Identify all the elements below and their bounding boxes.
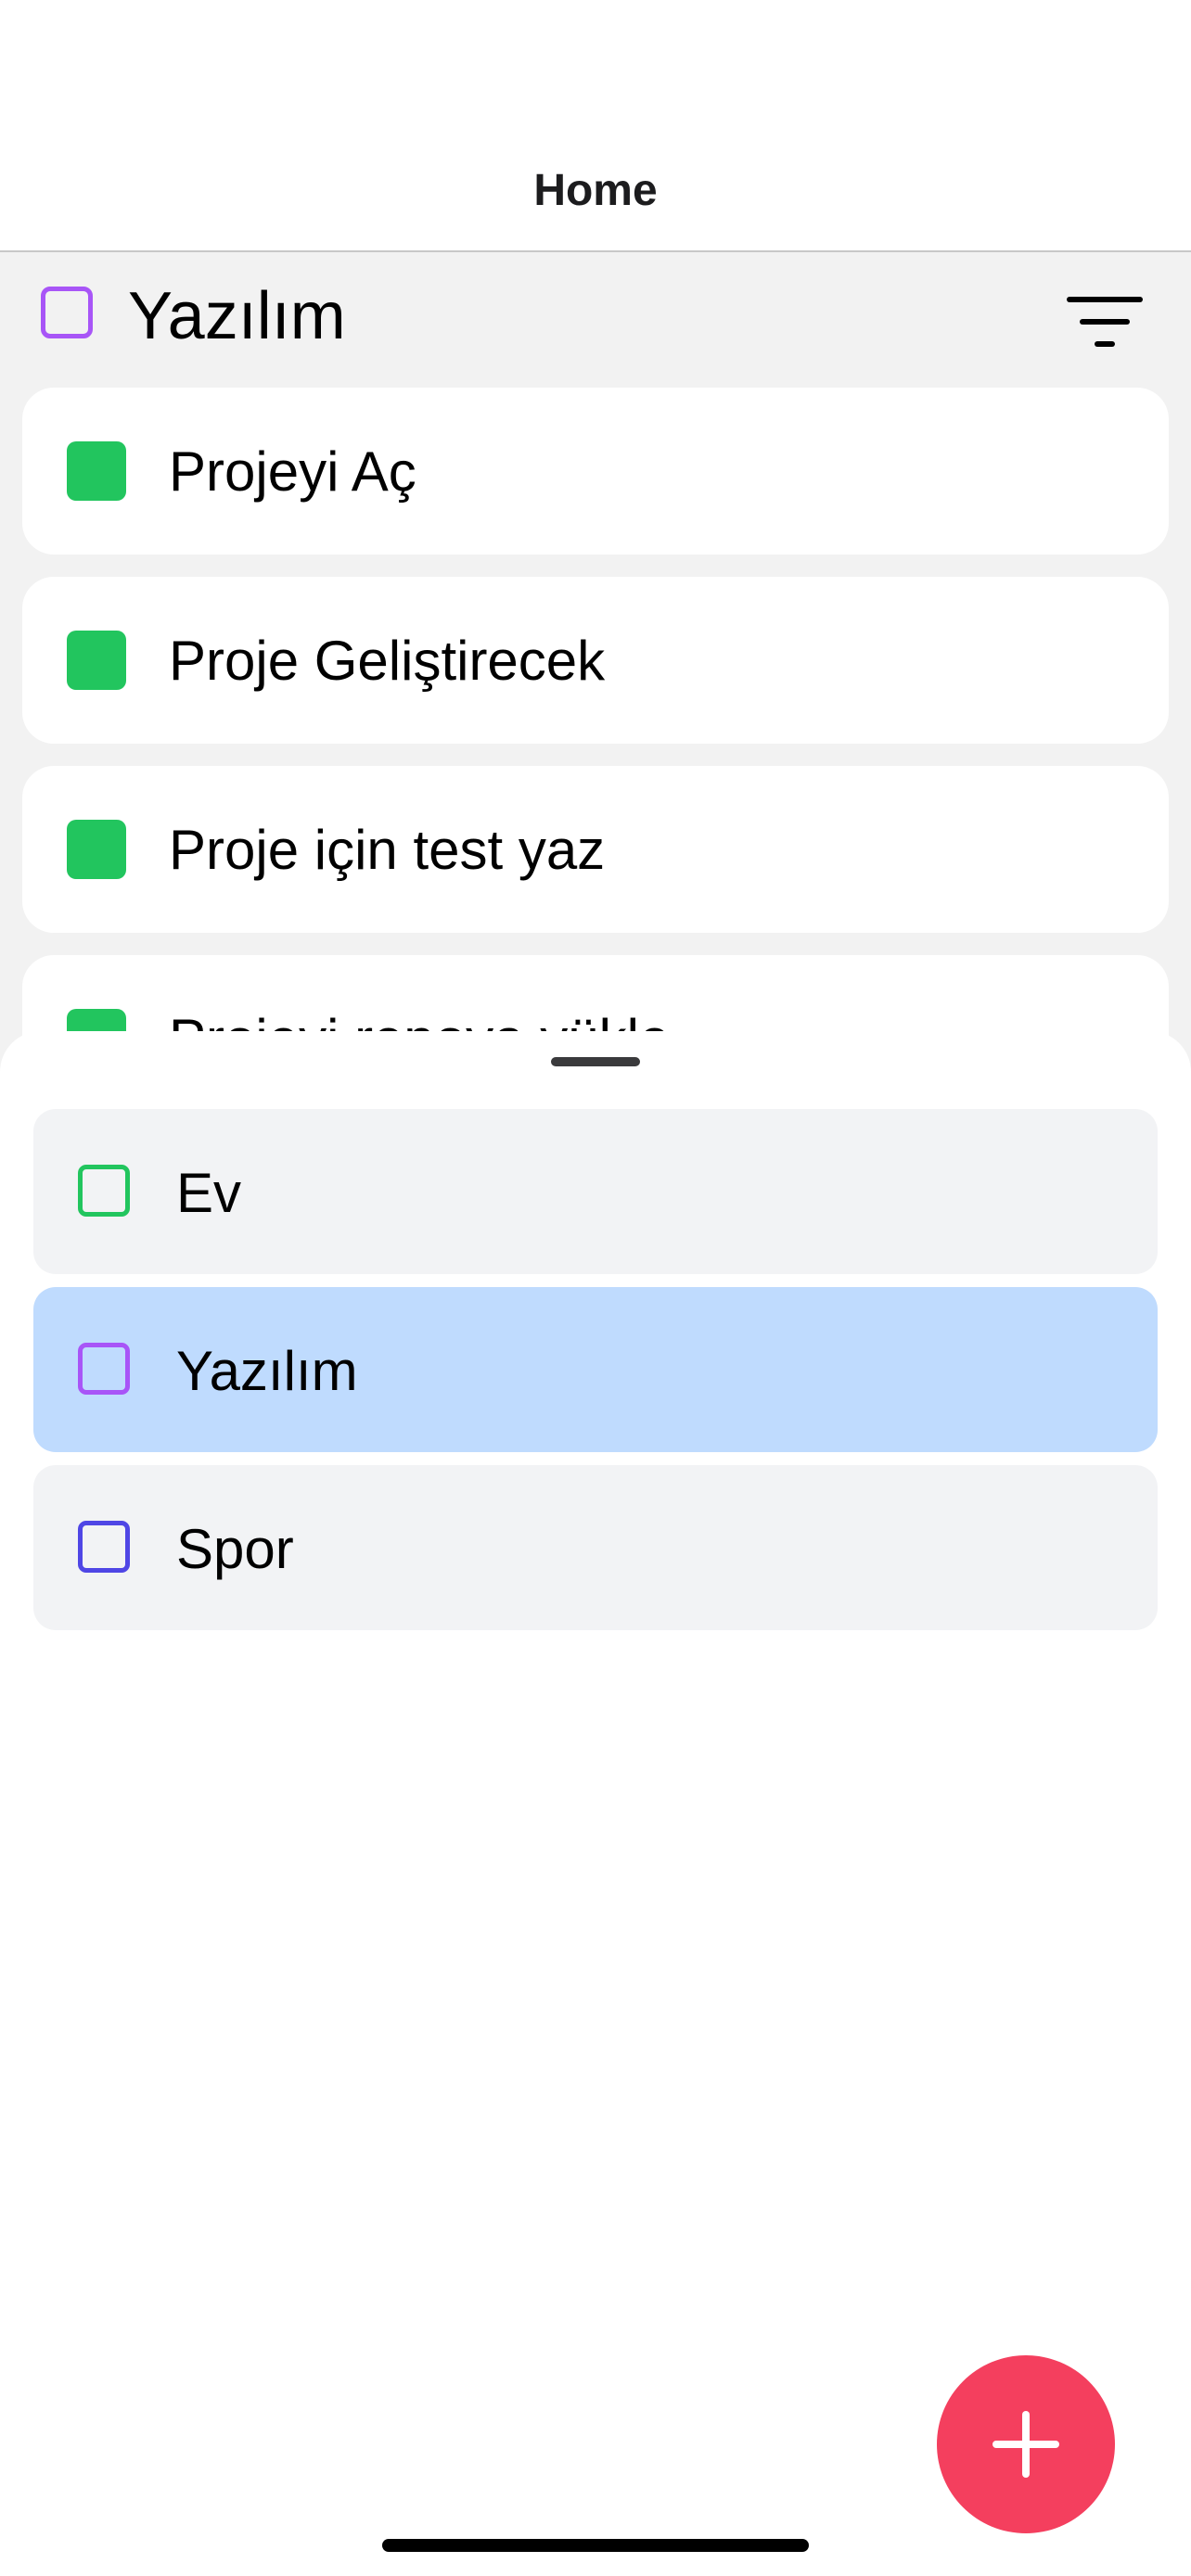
- task-item[interactable]: Projeyi Aç: [22, 388, 1169, 555]
- category-color-icon: [78, 1343, 130, 1395]
- task-label: Proje Geliştirecek: [169, 630, 606, 692]
- page-title: Home: [533, 166, 658, 215]
- task-checkbox-icon[interactable]: [67, 820, 126, 879]
- category-sheet: Ev Yazılım Spor: [0, 1031, 1191, 2576]
- sheet-grabber[interactable]: [551, 1057, 640, 1066]
- category-option-yazilim[interactable]: Yazılım: [33, 1287, 1158, 1452]
- task-item[interactable]: Proje Geliştirecek: [22, 577, 1169, 744]
- category-color-icon: [78, 1521, 130, 1573]
- task-item[interactable]: Proje için test yaz: [22, 766, 1169, 933]
- home-indicator[interactable]: [382, 2539, 809, 2552]
- task-label: Projeyi Aç: [169, 440, 416, 503]
- add-task-button[interactable]: [937, 2355, 1115, 2533]
- category-title: Yazılım: [128, 279, 346, 353]
- category-option-label: Ev: [176, 1162, 242, 1224]
- task-checkbox-icon[interactable]: [67, 441, 126, 501]
- category-color-icon: [41, 287, 93, 338]
- category-option-label: Yazılım: [176, 1340, 358, 1402]
- category-color-icon: [78, 1165, 130, 1217]
- category-option-spor[interactable]: Spor: [33, 1465, 1158, 1630]
- navigation-bar: Home: [0, 0, 1191, 252]
- category-option-label: Spor: [176, 1518, 294, 1580]
- category-header: Yazılım: [0, 252, 1191, 382]
- task-label: Proje için test yaz: [169, 819, 606, 881]
- filter-icon[interactable]: [1057, 287, 1150, 362]
- category-option-ev[interactable]: Ev: [33, 1109, 1158, 1274]
- task-checkbox-icon[interactable]: [67, 631, 126, 690]
